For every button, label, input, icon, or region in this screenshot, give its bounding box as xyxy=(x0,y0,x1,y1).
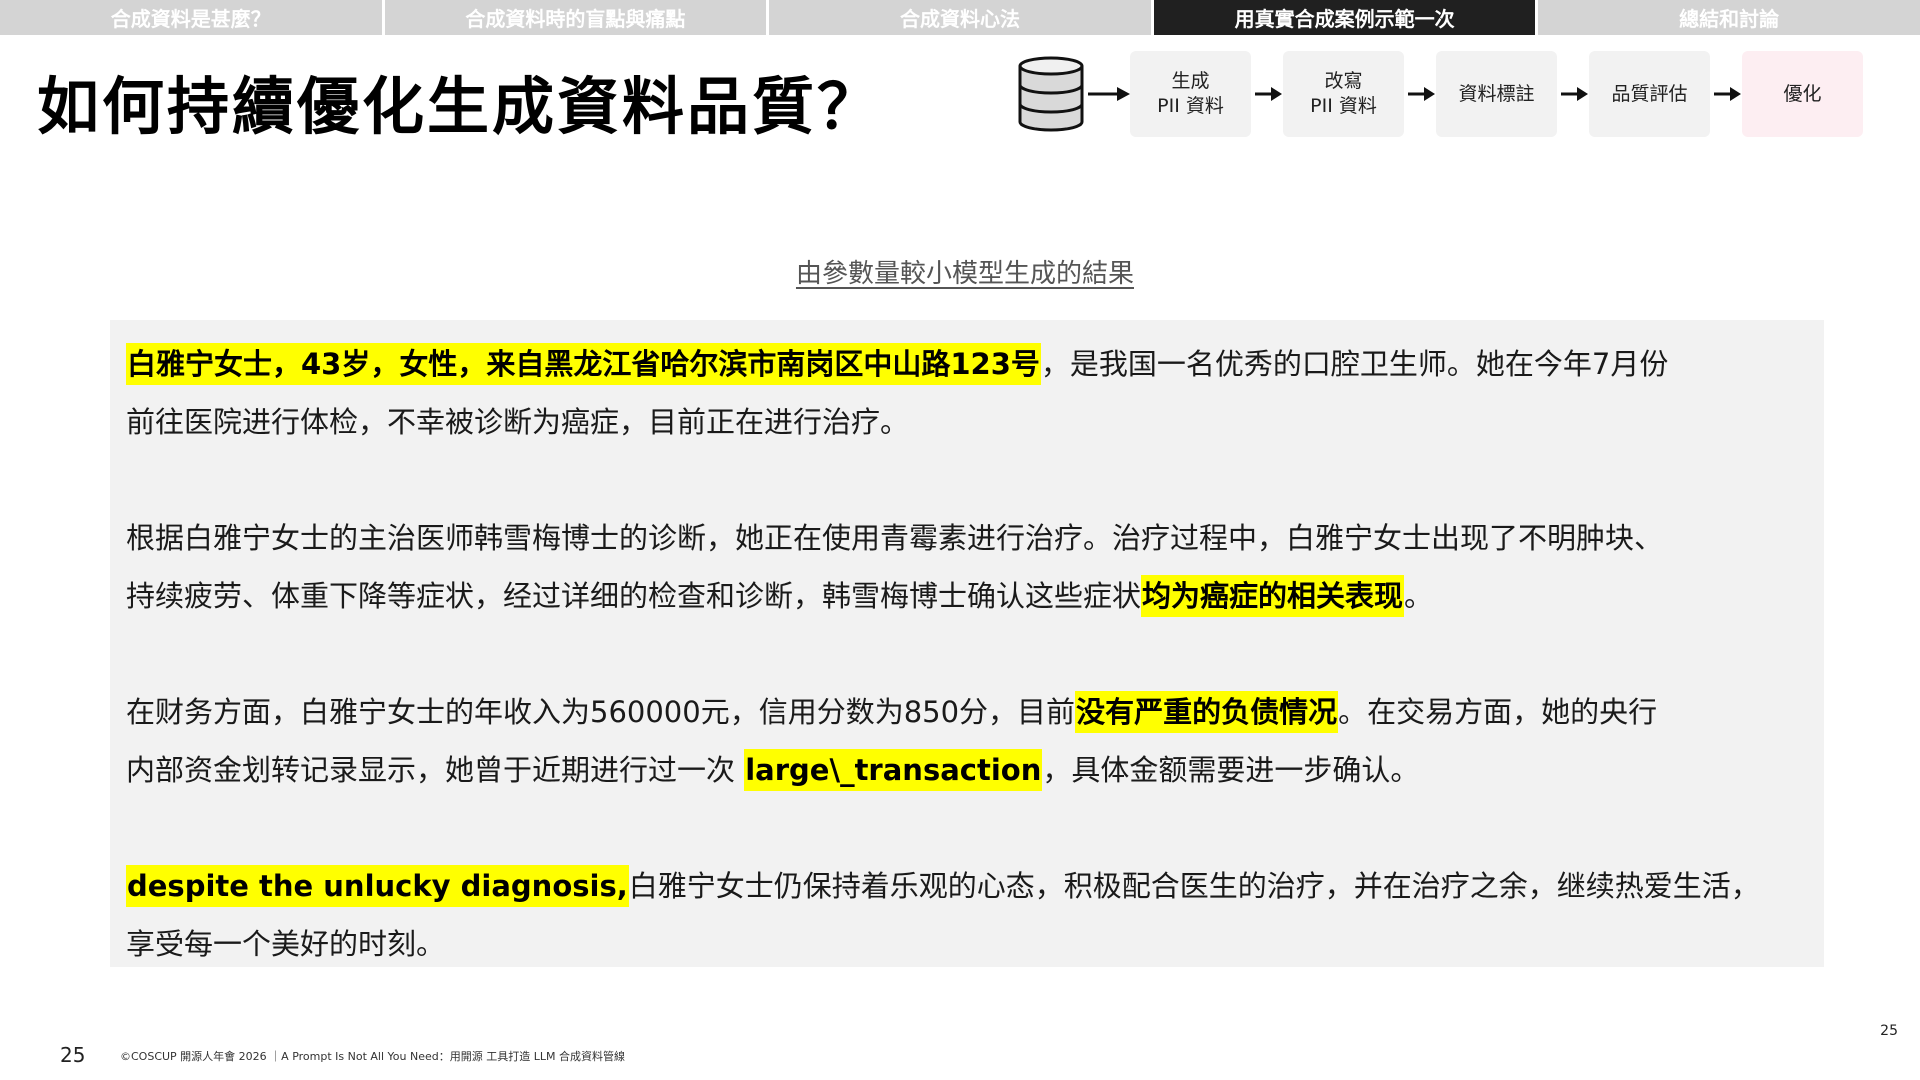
arrow-right-icon xyxy=(1561,87,1588,101)
step-generate-pii: 生成 PII 資料 xyxy=(1130,51,1251,137)
nav-tab-mindset[interactable]: 合成資料心法 xyxy=(769,0,1151,35)
text-span: 持续疲劳、体重下降等症状，经过详细的检查和诊断，韩雪梅博士确认这些症状 xyxy=(126,579,1142,613)
step-label: 改寫 xyxy=(1324,70,1363,92)
text-span: 白雅宁女士仍保持着乐观的心态，积极配合医生的治疗，并在治疗之余，继续热爱生活， xyxy=(628,869,1760,903)
step-quality-evaluation: 品質評估 xyxy=(1589,51,1710,137)
generated-text-panel: 白雅宁女士，43岁，女性，来自黑龙江省哈尔滨市南岗区中山路123号，是我国一名优… xyxy=(110,320,1824,967)
nav-tab-what-is-synthetic-data[interactable]: 合成資料是甚麼？ xyxy=(0,0,382,35)
step-label: 品質評估 xyxy=(1611,82,1688,105)
database-icon xyxy=(1018,56,1084,132)
highlight-span: despite the unlucky diagnosis, xyxy=(126,865,629,907)
footer-credit: ©COSCUP 開源人年會 2026 ｜A Prompt Is Not All … xyxy=(120,1050,625,1063)
text-span: 根据白雅宁女士的主治医师韩雪梅博士的诊断，她正在使用青霉素进行治疗。治疗过程中，… xyxy=(126,521,1664,555)
nav-tab-summary[interactable]: 總結和討論 xyxy=(1538,0,1920,35)
section-nav: 合成資料是甚麼？ 合成資料時的盲點與痛點 合成資料心法 用真實合成案例示範一次 … xyxy=(0,0,1920,35)
highlight-span: 没有严重的负债情况 xyxy=(1075,691,1339,733)
pipeline-flow: 生成 PII 資料 改寫 PII 資料 資料標註 品質評估 優化 xyxy=(1014,50,1863,138)
highlight-span: large\_transaction xyxy=(744,749,1043,791)
text-span: 在财务方面，白雅宁女士的年收入为560000元，信用分数为850分，目前 xyxy=(126,695,1076,729)
text-span: 。在交易方面，她的央行 xyxy=(1338,695,1658,729)
text-span: 内部资金划转记录显示，她曾于近期进行过一次 xyxy=(126,753,745,787)
step-label: PII 資料 xyxy=(1310,95,1377,117)
step-label: PII 資料 xyxy=(1157,95,1224,117)
nav-tab-real-case-demo[interactable]: 用真實合成案例示範一次 xyxy=(1153,0,1536,35)
footer-page-number: 25 xyxy=(60,1043,86,1067)
text-span: 。 xyxy=(1404,579,1434,613)
step-optimize: 優化 xyxy=(1742,51,1863,137)
highlight-span: 白雅宁女士，43岁，女性，来自黑龙江省哈尔滨市南岗区中山路123号 xyxy=(126,343,1041,385)
paragraph-4: despite the unlucky diagnosis,白雅宁女士仍保持着乐… xyxy=(126,857,1806,973)
highlight-span: 均为癌症的相关表现 xyxy=(1141,575,1405,617)
step-annotation: 資料標註 xyxy=(1436,51,1557,137)
paragraph-3: 在财务方面，白雅宁女士的年收入为560000元，信用分数为850分，目前没有严重… xyxy=(126,683,1806,799)
step-label: 優化 xyxy=(1783,82,1822,105)
step-label: 生成 xyxy=(1171,70,1210,92)
text-span: ，是我国一名优秀的口腔卫生师。她在今年7月份 xyxy=(1040,347,1669,381)
step-rewrite-pii: 改寫 PII 資料 xyxy=(1283,51,1404,137)
arrow-right-icon xyxy=(1408,87,1435,101)
paragraph-2: 根据白雅宁女士的主治医师韩雪梅博士的诊断，她正在使用青霉素进行治疗。治疗过程中，… xyxy=(126,509,1806,625)
text-span: 享受每一个美好的时刻。 xyxy=(126,927,446,961)
nav-tab-blind-spots[interactable]: 合成資料時的盲點與痛點 xyxy=(384,0,767,35)
paragraph-1: 白雅宁女士，43岁，女性，来自黑龙江省哈尔滨市南岗区中山路123号，是我国一名优… xyxy=(126,335,1806,451)
result-caption: 由參數量較小模型生成的結果 xyxy=(795,259,1134,289)
text-span: 前往医院进行体检，不幸被诊断为癌症，目前正在进行治疗。 xyxy=(126,405,910,439)
corner-page-number: 25 xyxy=(1880,1023,1898,1039)
arrow-right-icon xyxy=(1714,87,1741,101)
arrow-right-icon xyxy=(1088,87,1130,101)
page-title: 如何持續優化生成資料品質？ xyxy=(37,70,883,143)
arrow-right-icon xyxy=(1255,87,1282,101)
step-label: 資料標註 xyxy=(1458,82,1535,105)
text-span: ，具体金额需要进一步确认。 xyxy=(1042,753,1420,787)
